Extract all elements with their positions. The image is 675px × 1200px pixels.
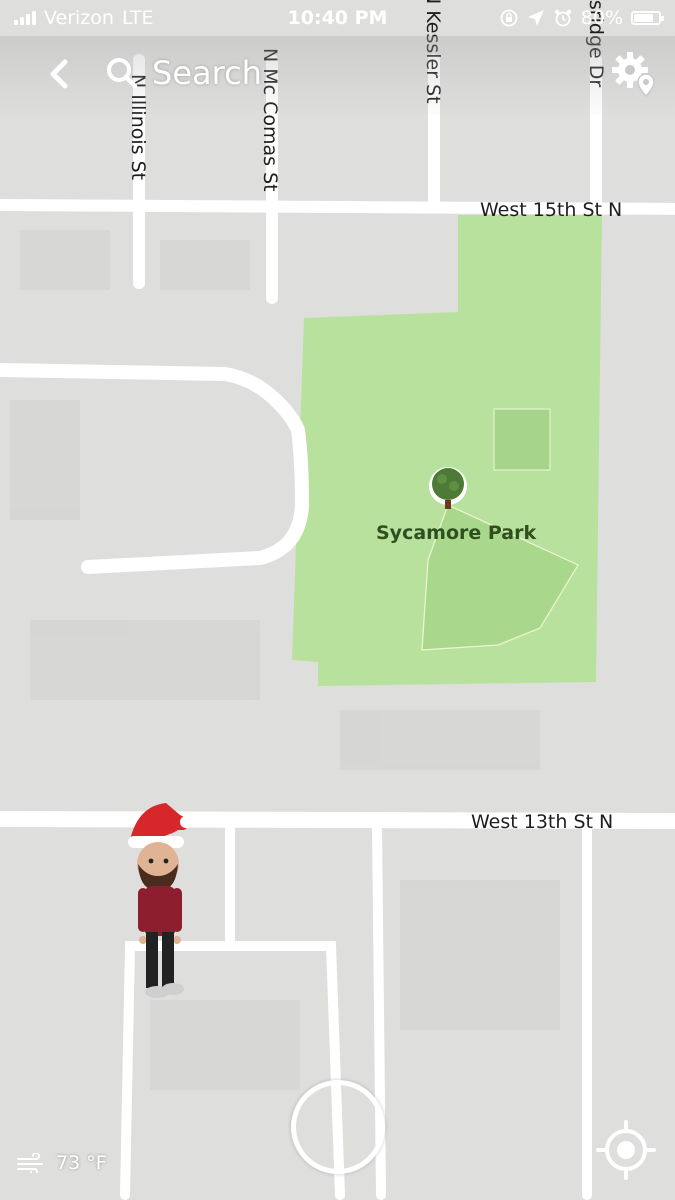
orientation-lock-icon [500,9,518,27]
location-arrow-icon [527,10,544,26]
alarm-icon [554,9,571,27]
status-bar: Verizon LTE 10:40 PM 80% [0,0,675,36]
search-placeholder: Search [152,54,262,92]
battery-fill [634,14,653,22]
park-name-label: Sycamore Park [376,522,536,544]
top-bar: Search [0,36,675,114]
chevron-left-icon[interactable] [40,54,80,94]
locate-crosshair-icon[interactable] [596,1120,656,1180]
battery-icon [631,11,664,25]
battery-percent: 80% [580,7,623,29]
search-icon [107,58,138,89]
search-input[interactable]: Search [104,50,262,96]
map-view[interactable]: N Illinois St N Mc Comas St N Kessler St… [0,0,675,1200]
street-label-west-13th: West 13th St N [471,811,613,833]
park-field [493,408,551,471]
signal-strength-icon [14,11,36,25]
network-label: LTE [121,7,154,29]
temperature-label: 73 °F [56,1152,107,1174]
weather-widget[interactable]: 73 °F [16,1152,107,1174]
camera-shutter-button[interactable] [291,1080,385,1174]
street-label-west-15th: West 15th St N [480,199,622,221]
wind-icon [17,1153,43,1173]
carrier-label: Verizon [44,7,114,29]
gear-location-icon[interactable] [608,48,660,100]
